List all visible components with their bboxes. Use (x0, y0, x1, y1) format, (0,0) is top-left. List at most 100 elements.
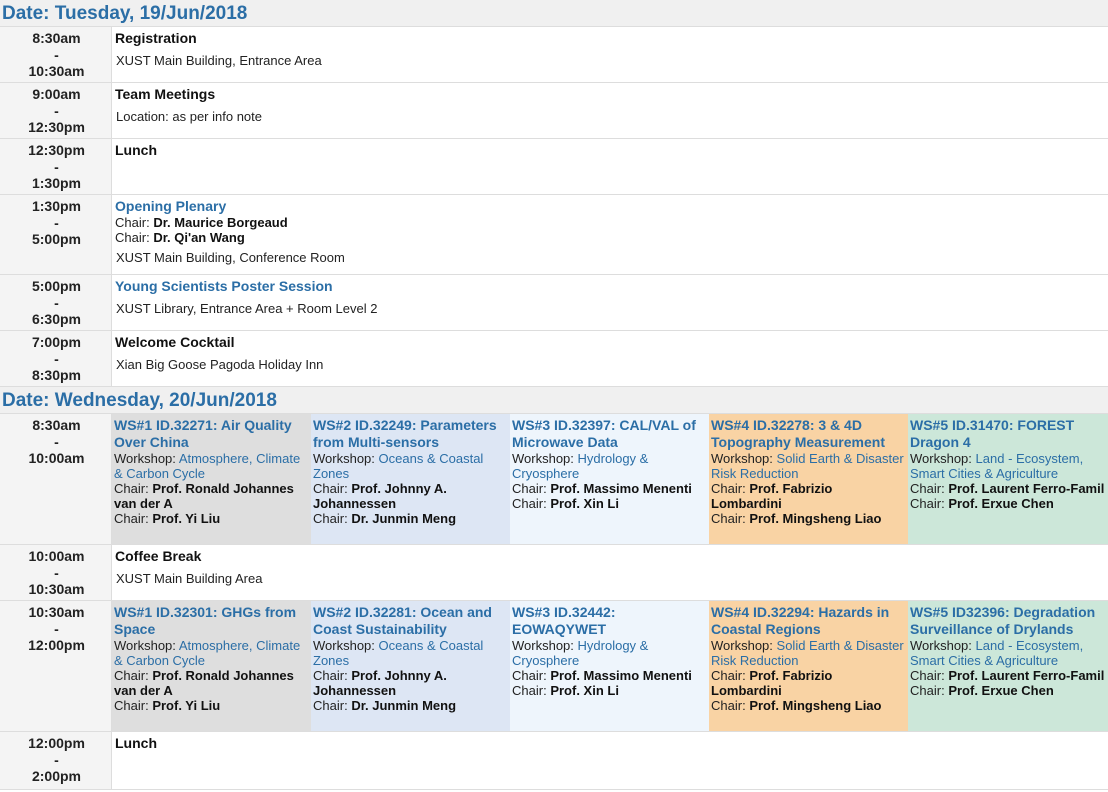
end-time: 10:30am (28, 63, 85, 79)
workshop-line: Workshop: Solid Earth & Disaster Risk Re… (711, 451, 906, 481)
workshop-line: Workshop: Oceans & Coastal Zones (313, 451, 508, 481)
time-separator: - (54, 159, 59, 175)
session-time: 10:30am - 12:00pm (0, 601, 112, 731)
end-time: 6:30pm (31, 311, 82, 327)
workshop-title-link[interactable]: WS#2 ID.32281: Ocean and Coast Sustainab… (313, 604, 508, 638)
session-content: Lunch (112, 732, 1108, 789)
workshop-cell: WS#4 ID.32294: Hazards in Coastal Region… (709, 601, 908, 731)
end-time: 1:30pm (31, 175, 82, 191)
chair-line: Chair: Prof. Erxue Chen (910, 683, 1106, 698)
workshop-label: Workshop: (910, 451, 972, 466)
workshop-title-link[interactable]: WS#1 ID.32301: GHGs from Space (114, 604, 309, 638)
end-time: 5:00pm (31, 231, 82, 247)
workshop-label: Workshop: (114, 638, 176, 653)
chair-line: Chair: Dr. Qi'an Wang (115, 230, 1108, 245)
chair-label: Chair: (711, 698, 746, 713)
session-title: Coffee Break (115, 548, 202, 564)
chair-name: Prof. Xin Li (550, 683, 619, 698)
chair-label: Chair: (910, 496, 945, 511)
session-location: XUST Main Building Area (116, 571, 263, 586)
chair-label: Chair: (711, 511, 746, 526)
chair-name: Prof. Erxue Chen (948, 496, 1054, 511)
date-header-day1: Date: Tuesday, 19/Jun/2018 (0, 0, 1108, 27)
chair-name: Prof. Yi Liu (152, 511, 221, 526)
start-time: 7:00pm (31, 334, 82, 350)
session-title: Registration (115, 30, 197, 46)
workshop-session-row: 8:30am - 10:00am WS#1 ID.32271: Air Qual… (0, 414, 1108, 545)
time-separator: - (54, 215, 59, 231)
chair-label: Chair: (114, 511, 149, 526)
workshop-title-link[interactable]: WS#3 ID.32397: CAL/VAL of Microwave Data (512, 417, 707, 451)
workshop-line: Workshop: Land - Ecosystem, Smart Cities… (910, 451, 1106, 481)
session-row: 9:00am - 12:30pm Team Meetings Location:… (0, 83, 1108, 139)
session-time: 1:30pm - 5:00pm (0, 195, 112, 274)
workshop-title-link[interactable]: WS#1 ID.32271: Air Quality Over China (114, 417, 309, 451)
chair-label: Chair: (512, 496, 547, 511)
start-time: 8:30am (32, 30, 81, 46)
session-row: 7:00pm - 8:30pm Welcome Cocktail Xian Bi… (0, 331, 1108, 387)
chair-label: Chair: (114, 668, 149, 683)
session-title-link[interactable]: Opening Plenary (115, 198, 1108, 215)
session-content: Team Meetings Location: as per info note (112, 83, 1108, 138)
workshop-label: Workshop: (910, 638, 972, 653)
workshop-cell: WS#3 ID.32397: CAL/VAL of Microwave Data… (510, 414, 709, 544)
chair-label: Chair: (114, 698, 149, 713)
workshop-title-link[interactable]: WS#3 ID.32442: EOWAQYWET (512, 604, 707, 638)
chair-line: Chair: Prof. Ronald Johannes van der A (114, 668, 309, 698)
chair-line: Chair: Prof. Massimo Menenti (512, 481, 707, 496)
workshop-line: Workshop: Land - Ecosystem, Smart Cities… (910, 638, 1106, 668)
session-title-link[interactable]: Young Scientists Poster Session (115, 278, 1108, 295)
end-time: 12:30pm (28, 119, 85, 135)
time-separator: - (54, 295, 59, 311)
chair-line: Chair: Prof. Fabrizio Lombardini (711, 481, 906, 511)
chair-label: Chair: (115, 215, 150, 230)
start-time: 8:30am (32, 417, 81, 433)
session-time: 9:00am - 12:30pm (0, 83, 112, 138)
chair-label: Chair: (910, 481, 945, 496)
chair-line: Chair: Prof. Ronald Johannes van der A (114, 481, 309, 511)
chair-name: Prof. Mingsheng Liao (749, 511, 882, 526)
chair-name: Prof. Yi Liu (152, 698, 221, 713)
session-title: Welcome Cocktail (115, 334, 235, 350)
workshop-label: Workshop: (313, 451, 375, 466)
time-separator: - (54, 752, 59, 768)
chair-name: Prof. Massimo Menenti (550, 668, 692, 683)
session-time: 12:00pm - 2:00pm (0, 732, 112, 789)
workshop-line: Workshop: Hydrology & Cryosphere (512, 451, 707, 481)
workshop-title-link[interactable]: WS#5 ID32396: Degradation Surveillance o… (910, 604, 1106, 638)
session-content: Coffee Break XUST Main Building Area (112, 545, 1108, 600)
time-separator: - (54, 103, 59, 119)
chair-name: Prof. Xin Li (550, 496, 619, 511)
workshop-session-row: 10:30am - 12:00pm WS#1 ID.32301: GHGs fr… (0, 601, 1108, 732)
chair-name: Dr. Maurice Borgeaud (153, 215, 288, 230)
session-row: 12:00pm - 2:00pm Lunch (0, 732, 1108, 790)
session-row: 10:00am - 10:30am Coffee Break XUST Main… (0, 545, 1108, 601)
session-title: Team Meetings (115, 86, 216, 102)
chair-label: Chair: (313, 698, 348, 713)
chair-line: Chair: Prof. Mingsheng Liao (711, 698, 906, 713)
session-row: 1:30pm - 5:00pm Opening Plenary Chair: D… (0, 195, 1108, 275)
chair-line: Chair: Prof. Erxue Chen (910, 496, 1106, 511)
chair-label: Chair: (115, 230, 150, 245)
chair-line: Chair: Prof. Xin Li (512, 683, 707, 698)
end-time: 8:30pm (31, 367, 82, 383)
workshop-label: Workshop: (711, 638, 773, 653)
chair-line: Chair: Prof. Laurent Ferro-Famil (910, 668, 1106, 683)
workshop-label: Workshop: (114, 451, 176, 466)
time-separator: - (54, 351, 59, 367)
workshop-title-link[interactable]: WS#2 ID.32249: Parameters from Multi-sen… (313, 417, 508, 451)
workshop-title-link[interactable]: WS#5 ID.31470: FOREST Dragon 4 (910, 417, 1106, 451)
workshop-title-link[interactable]: WS#4 ID.32294: Hazards in Coastal Region… (711, 604, 906, 638)
session-row: 12:30pm - 1:30pm Lunch (0, 139, 1108, 195)
workshop-line: Workshop: Atmosphere, Climate & Carbon C… (114, 451, 309, 481)
session-location: XUST Main Building, Entrance Area (116, 53, 322, 68)
chair-name: Prof. Erxue Chen (948, 683, 1054, 698)
session-title: Lunch (115, 142, 157, 158)
workshop-cell: WS#3 ID.32442: EOWAQYWET Workshop: Hydro… (510, 601, 709, 731)
chair-line: Chair: Prof. Johnny A. Johannessen (313, 481, 508, 511)
workshop-title-link[interactable]: WS#4 ID.32278: 3 & 4D Topography Measure… (711, 417, 906, 451)
start-time: 5:00pm (31, 278, 82, 294)
date-header-day2: Date: Wednesday, 20/Jun/2018 (0, 387, 1108, 414)
session-row: 5:00pm - 6:30pm Young Scientists Poster … (0, 275, 1108, 331)
chair-line: Chair: Prof. Xin Li (512, 496, 707, 511)
